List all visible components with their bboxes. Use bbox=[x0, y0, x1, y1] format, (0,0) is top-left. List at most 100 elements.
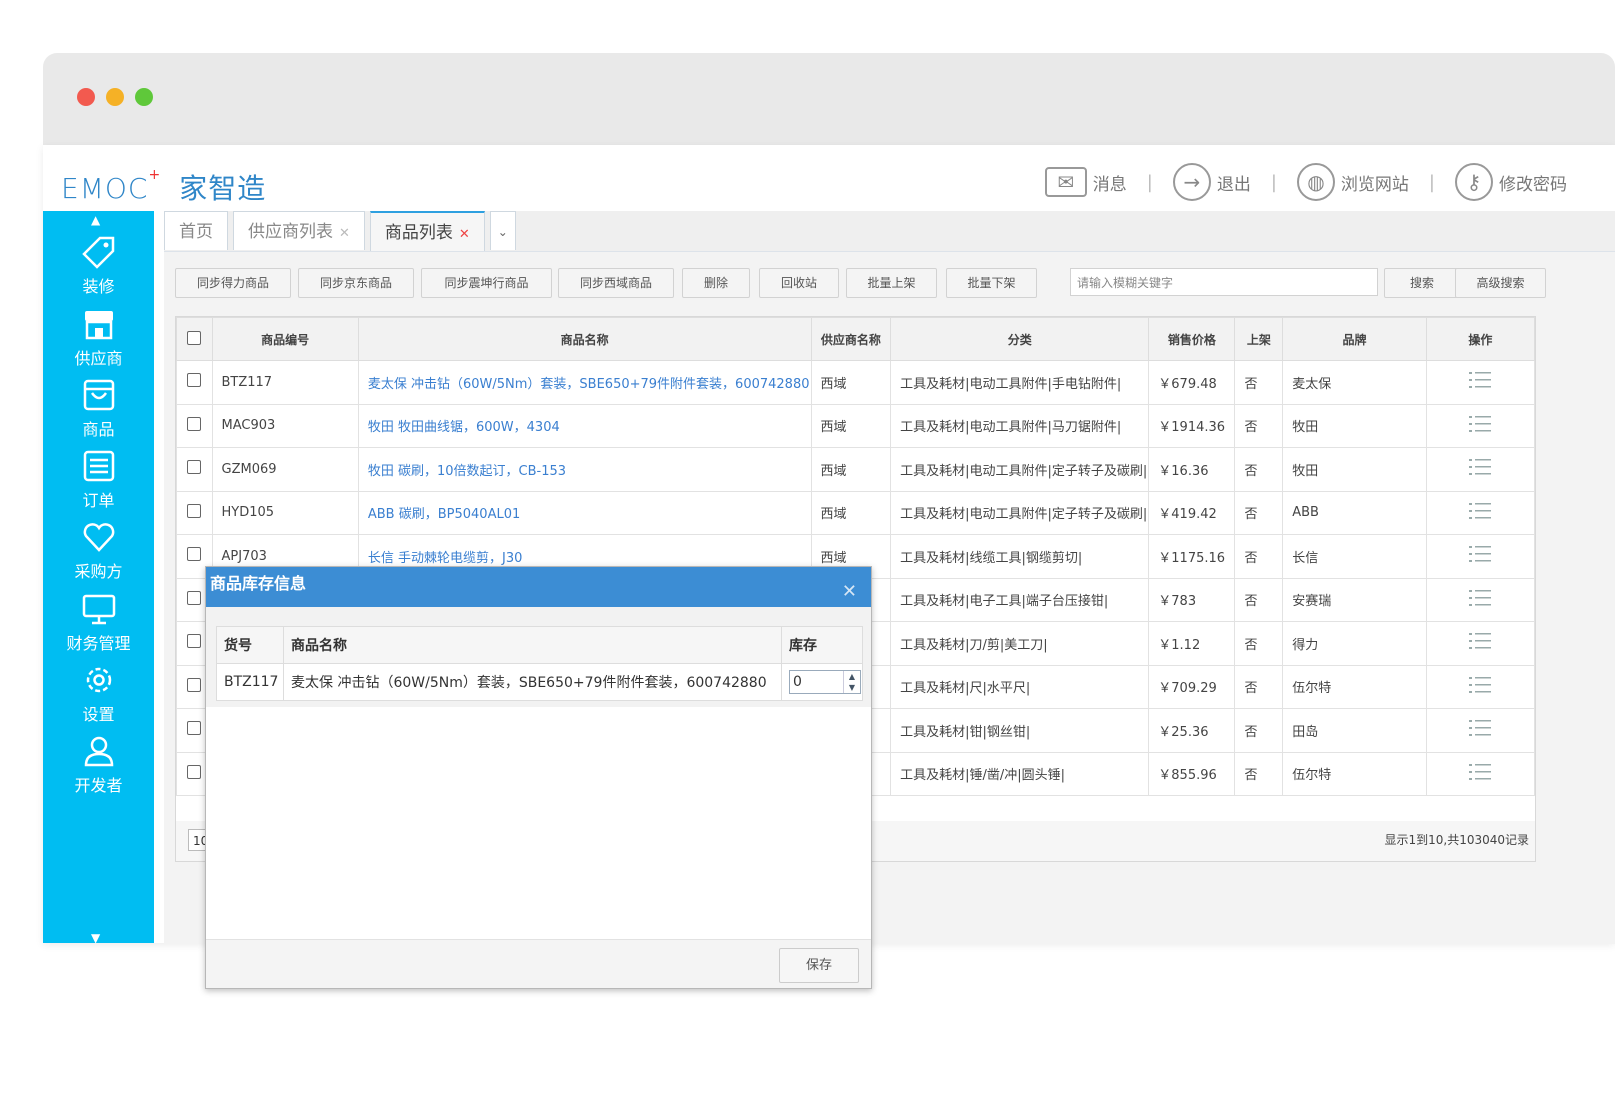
row-actions-cell[interactable] bbox=[1425, 751, 1536, 796]
select-all-checkbox[interactable] bbox=[176, 317, 213, 361]
logo[interactable]: EMOC+ 家智造 bbox=[61, 167, 266, 207]
maximize-window-dot[interactable] bbox=[135, 88, 153, 106]
row-checkbox[interactable] bbox=[187, 460, 202, 475]
goods-name-link[interactable]: 长信 手动棘轮电缆剪，J30 bbox=[368, 551, 523, 566]
goods-name-link-cell[interactable]: 麦太保 冲击钻（60W/5Nm）套装，SBE650+79件附件套装，600742… bbox=[357, 360, 812, 405]
row-actions-cell[interactable] bbox=[1425, 708, 1536, 753]
tab-supplier-list[interactable]: 供应商列表 ✕ bbox=[233, 211, 365, 250]
row-checkbox-cell[interactable] bbox=[176, 360, 213, 405]
batch-unlist-button[interactable]: 批量下架 bbox=[946, 268, 1037, 298]
row-actions-cell[interactable] bbox=[1425, 360, 1536, 405]
menu-icon[interactable] bbox=[1469, 546, 1492, 567]
row-actions-cell[interactable] bbox=[1425, 534, 1536, 579]
row-checkbox[interactable] bbox=[187, 764, 202, 779]
goods-name-link-cell[interactable]: 牧田 牧田曲线锯，600W，4304 bbox=[357, 403, 812, 448]
row-checkbox[interactable] bbox=[187, 373, 202, 388]
menu-icon[interactable] bbox=[1469, 415, 1492, 437]
search-button[interactable]: 搜索 bbox=[1384, 268, 1460, 298]
column-header[interactable]: 分类 bbox=[890, 317, 1150, 361]
row-checkbox[interactable] bbox=[187, 634, 202, 649]
row-checkbox-cell[interactable] bbox=[176, 490, 213, 535]
row-checkbox[interactable] bbox=[187, 416, 202, 431]
menu-icon[interactable] bbox=[1469, 502, 1492, 524]
sidebar-item-label: 开发者 bbox=[74, 776, 123, 795]
delete-button[interactable]: 删除 bbox=[682, 268, 750, 298]
close-window-dot[interactable] bbox=[77, 88, 95, 106]
table-row[interactable]: HYD105 ABB 碳刷，BP5040AL01 西域 工具及耗材|电动工具附件|定子… bbox=[176, 490, 1536, 535]
row-checkbox-cell[interactable] bbox=[176, 403, 213, 448]
column-header[interactable]: 商品编号 bbox=[211, 317, 359, 361]
stock-stepper[interactable]: 0 ▲ ▼ bbox=[789, 670, 861, 694]
sidebar-item-orders[interactable]: 订单 bbox=[43, 449, 154, 519]
goods-name-link[interactable]: ABB 碳刷，BP5040AL01 bbox=[368, 507, 520, 522]
sidebar-scroll-up-icon[interactable]: ▲ bbox=[91, 213, 100, 227]
chevron-down-icon[interactable]: ▼ bbox=[849, 683, 855, 692]
row-actions-cell[interactable] bbox=[1425, 447, 1536, 492]
row-checkbox[interactable] bbox=[187, 677, 202, 692]
row-checkbox[interactable] bbox=[187, 721, 202, 736]
sidebar-item-settings[interactable]: 设置 bbox=[43, 663, 154, 733]
tab-goods-list[interactable]: 商品列表 ✕ bbox=[369, 211, 485, 251]
goods-name-link[interactable]: 麦太保 冲击钻（60W/5Nm）套装，SBE650+79件附件套装，600742… bbox=[368, 377, 810, 392]
column-header[interactable]: 上架 bbox=[1234, 317, 1284, 361]
row-actions-cell[interactable] bbox=[1425, 490, 1536, 535]
table-row[interactable]: MAC903 牧田 牧田曲线锯，600W，4304 西域 工具及耗材|电动工具附件|马… bbox=[176, 403, 1536, 448]
sidebar-item-developer[interactable]: 开发者 bbox=[43, 734, 154, 804]
sidebar-item-supplier[interactable]: 供应商 bbox=[43, 307, 154, 377]
column-header[interactable]: 品牌 bbox=[1282, 317, 1427, 361]
menu-icon[interactable] bbox=[1469, 763, 1492, 785]
menu-icon[interactable] bbox=[1469, 633, 1492, 654]
menu-icon[interactable] bbox=[1469, 372, 1492, 393]
row-actions-cell[interactable] bbox=[1425, 403, 1536, 448]
row-checkbox[interactable] bbox=[187, 547, 202, 562]
logout-link[interactable]: → 退出 bbox=[1172, 163, 1251, 201]
search-input[interactable]: 请输入模糊关键字 bbox=[1070, 268, 1378, 296]
chevron-up-icon[interactable]: ▲ bbox=[849, 672, 855, 681]
column-header[interactable]: 供应商名称 bbox=[810, 317, 892, 361]
sidebar-item-decoration[interactable]: 装修 bbox=[43, 235, 154, 305]
column-header[interactable]: 操作 bbox=[1425, 317, 1536, 361]
column-header[interactable]: 销售价格 bbox=[1148, 317, 1236, 361]
close-icon[interactable]: ✕ bbox=[459, 227, 470, 242]
close-icon[interactable]: ✕ bbox=[842, 575, 857, 609]
browse-site-link[interactable]: ◍ 浏览网站 bbox=[1296, 163, 1409, 201]
table-row[interactable]: BTZ117 麦太保 冲击钻（60W/5Nm）套装，SBE650+79件附件套装，… bbox=[176, 360, 1536, 405]
sidebar-item-goods[interactable]: 商品 bbox=[43, 378, 154, 448]
stepper-buttons[interactable]: ▲ ▼ bbox=[843, 671, 860, 693]
change-password-link[interactable]: ⚷ 修改密码 bbox=[1455, 163, 1567, 201]
row-actions-cell[interactable] bbox=[1425, 664, 1536, 709]
goods-name-link[interactable]: 牧田 碳刷，10倍数起订，CB-153 bbox=[368, 464, 566, 479]
menu-icon[interactable] bbox=[1469, 676, 1492, 698]
menu-icon[interactable] bbox=[1469, 720, 1492, 741]
recycle-bin-button[interactable]: 回收站 bbox=[759, 268, 839, 298]
sidebar-scroll-down-icon[interactable]: ▼ bbox=[91, 931, 100, 945]
sync-jd-button[interactable]: 同步京东商品 bbox=[298, 268, 414, 298]
save-button[interactable]: 保存 bbox=[779, 948, 859, 983]
menu-icon[interactable] bbox=[1469, 589, 1492, 611]
messages-link[interactable]: ✉ 消息 bbox=[1044, 167, 1127, 197]
batch-list-button[interactable]: 批量上架 bbox=[846, 268, 937, 298]
tab-dropdown[interactable]: ⌄ bbox=[489, 211, 516, 250]
column-header: 库存 bbox=[781, 626, 863, 664]
advanced-search-button[interactable]: 高级搜索 bbox=[1455, 268, 1546, 298]
sync-xiyu-button[interactable]: 同步西域商品 bbox=[558, 268, 674, 298]
goods-name-link-cell[interactable]: 牧田 碳刷，10倍数起订，CB-153 bbox=[357, 447, 812, 492]
column-header[interactable]: 商品名称 bbox=[357, 317, 812, 361]
row-checkbox[interactable] bbox=[187, 590, 202, 605]
tab-home[interactable]: 首页 bbox=[164, 211, 228, 250]
goods-name-link[interactable]: 牧田 牧田曲线锯，600W，4304 bbox=[368, 420, 560, 435]
row-checkbox[interactable] bbox=[187, 503, 202, 518]
goods-name-link-cell[interactable]: ABB 碳刷，BP5040AL01 bbox=[357, 490, 812, 535]
minimize-window-dot[interactable] bbox=[106, 88, 124, 106]
row-actions-cell[interactable] bbox=[1425, 621, 1536, 666]
sidebar-item-purchaser[interactable]: 采购方 bbox=[43, 520, 154, 590]
sync-deli-button[interactable]: 同步得力商品 bbox=[175, 268, 291, 298]
row-actions-cell[interactable] bbox=[1425, 577, 1536, 622]
table-row[interactable]: GZM069 牧田 碳刷，10倍数起订，CB-153 西域 工具及耗材|电动工具附件|… bbox=[176, 447, 1536, 492]
menu-icon[interactable] bbox=[1469, 459, 1492, 480]
sidebar-item-finance[interactable]: 财务管理 bbox=[43, 592, 154, 662]
row-checkbox-cell[interactable] bbox=[176, 447, 213, 492]
category-cell: 工具及耗材|钳|钢丝钳| bbox=[890, 708, 1150, 753]
sync-zkh-button[interactable]: 同步震坤行商品 bbox=[421, 268, 552, 298]
close-icon[interactable]: ✕ bbox=[339, 226, 350, 241]
